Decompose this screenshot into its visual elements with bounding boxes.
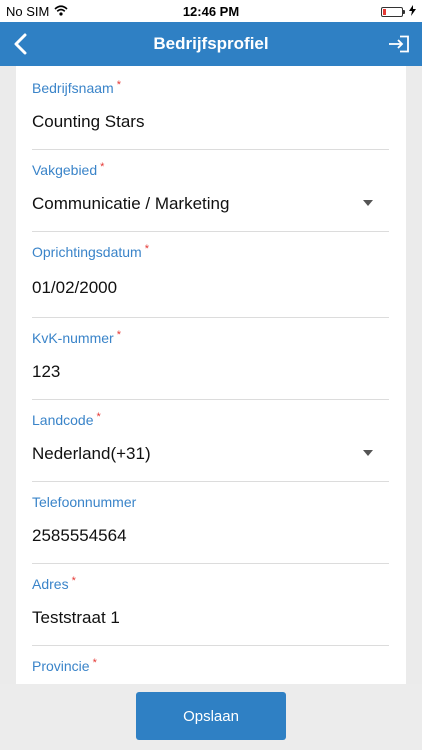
field-label: Telefoonnummer [32,494,137,510]
field-label: Landcode [32,412,94,428]
required-marker: * [100,161,105,173]
kvk-number-input[interactable]: 123 [32,362,60,382]
company-name-input[interactable]: Counting Stars [32,112,144,132]
field-kvk-nummer[interactable]: KvK-nummer * 123 [32,318,389,400]
required-marker: * [144,243,149,255]
industry-select[interactable]: Communicatie / Marketing [32,194,229,214]
charging-bolt-icon [409,4,416,19]
founding-date-input[interactable]: 01/02/2000 [32,278,117,298]
required-marker: * [71,575,76,587]
dropdown-arrow-icon[interactable] [363,200,373,206]
field-adres[interactable]: Adres * Teststraat 1 [32,564,389,646]
country-code-select[interactable]: Nederland(+31) [32,444,151,464]
bottom-action-bar: Opslaan [0,684,422,750]
field-oprichtingsdatum[interactable]: Oprichtingsdatum * 01/02/2000 [32,232,389,318]
field-label: Oprichtingsdatum [32,244,142,260]
form-card: Bedrijfsnaam * Counting Stars Vakgebied * … [16,66,406,684]
field-label: Vakgebied [32,162,98,178]
field-telefoonnummer[interactable]: Telefoonnummer 2585554564 [32,482,389,564]
logout-button[interactable] [386,32,412,56]
required-marker: * [116,329,121,341]
address-input[interactable]: Teststraat 1 [32,608,120,628]
status-right [381,4,416,19]
field-label: KvK-nummer [32,330,114,346]
save-button[interactable]: Opslaan [136,692,286,740]
exit-arrow-icon [389,35,409,53]
status-bar: No SIM 12:46 PM [0,0,422,22]
field-vakgebied[interactable]: Vakgebied * Communicatie / Marketing [32,150,389,232]
field-label: Provincie [32,658,90,674]
field-landcode[interactable]: Landcode * Nederland(+31) [32,400,389,482]
field-provincie[interactable]: Provincie * [32,646,389,684]
dropdown-arrow-icon[interactable] [363,450,373,456]
required-marker: * [96,411,101,423]
field-bedrijfsnaam[interactable]: Bedrijfsnaam * Counting Stars [32,66,389,150]
nav-bar: Bedrijfsprofiel [0,22,422,66]
phone-number-input[interactable]: 2585554564 [32,526,127,546]
battery-level [383,8,386,15]
status-time: 12:46 PM [182,4,240,19]
field-label: Adres [32,576,69,592]
battery-icon [381,6,405,17]
field-label: Bedrijfsnaam [32,80,114,96]
required-marker: * [92,657,97,669]
page-title: Bedrijfsprofiel [153,34,269,53]
required-marker: * [116,79,121,91]
